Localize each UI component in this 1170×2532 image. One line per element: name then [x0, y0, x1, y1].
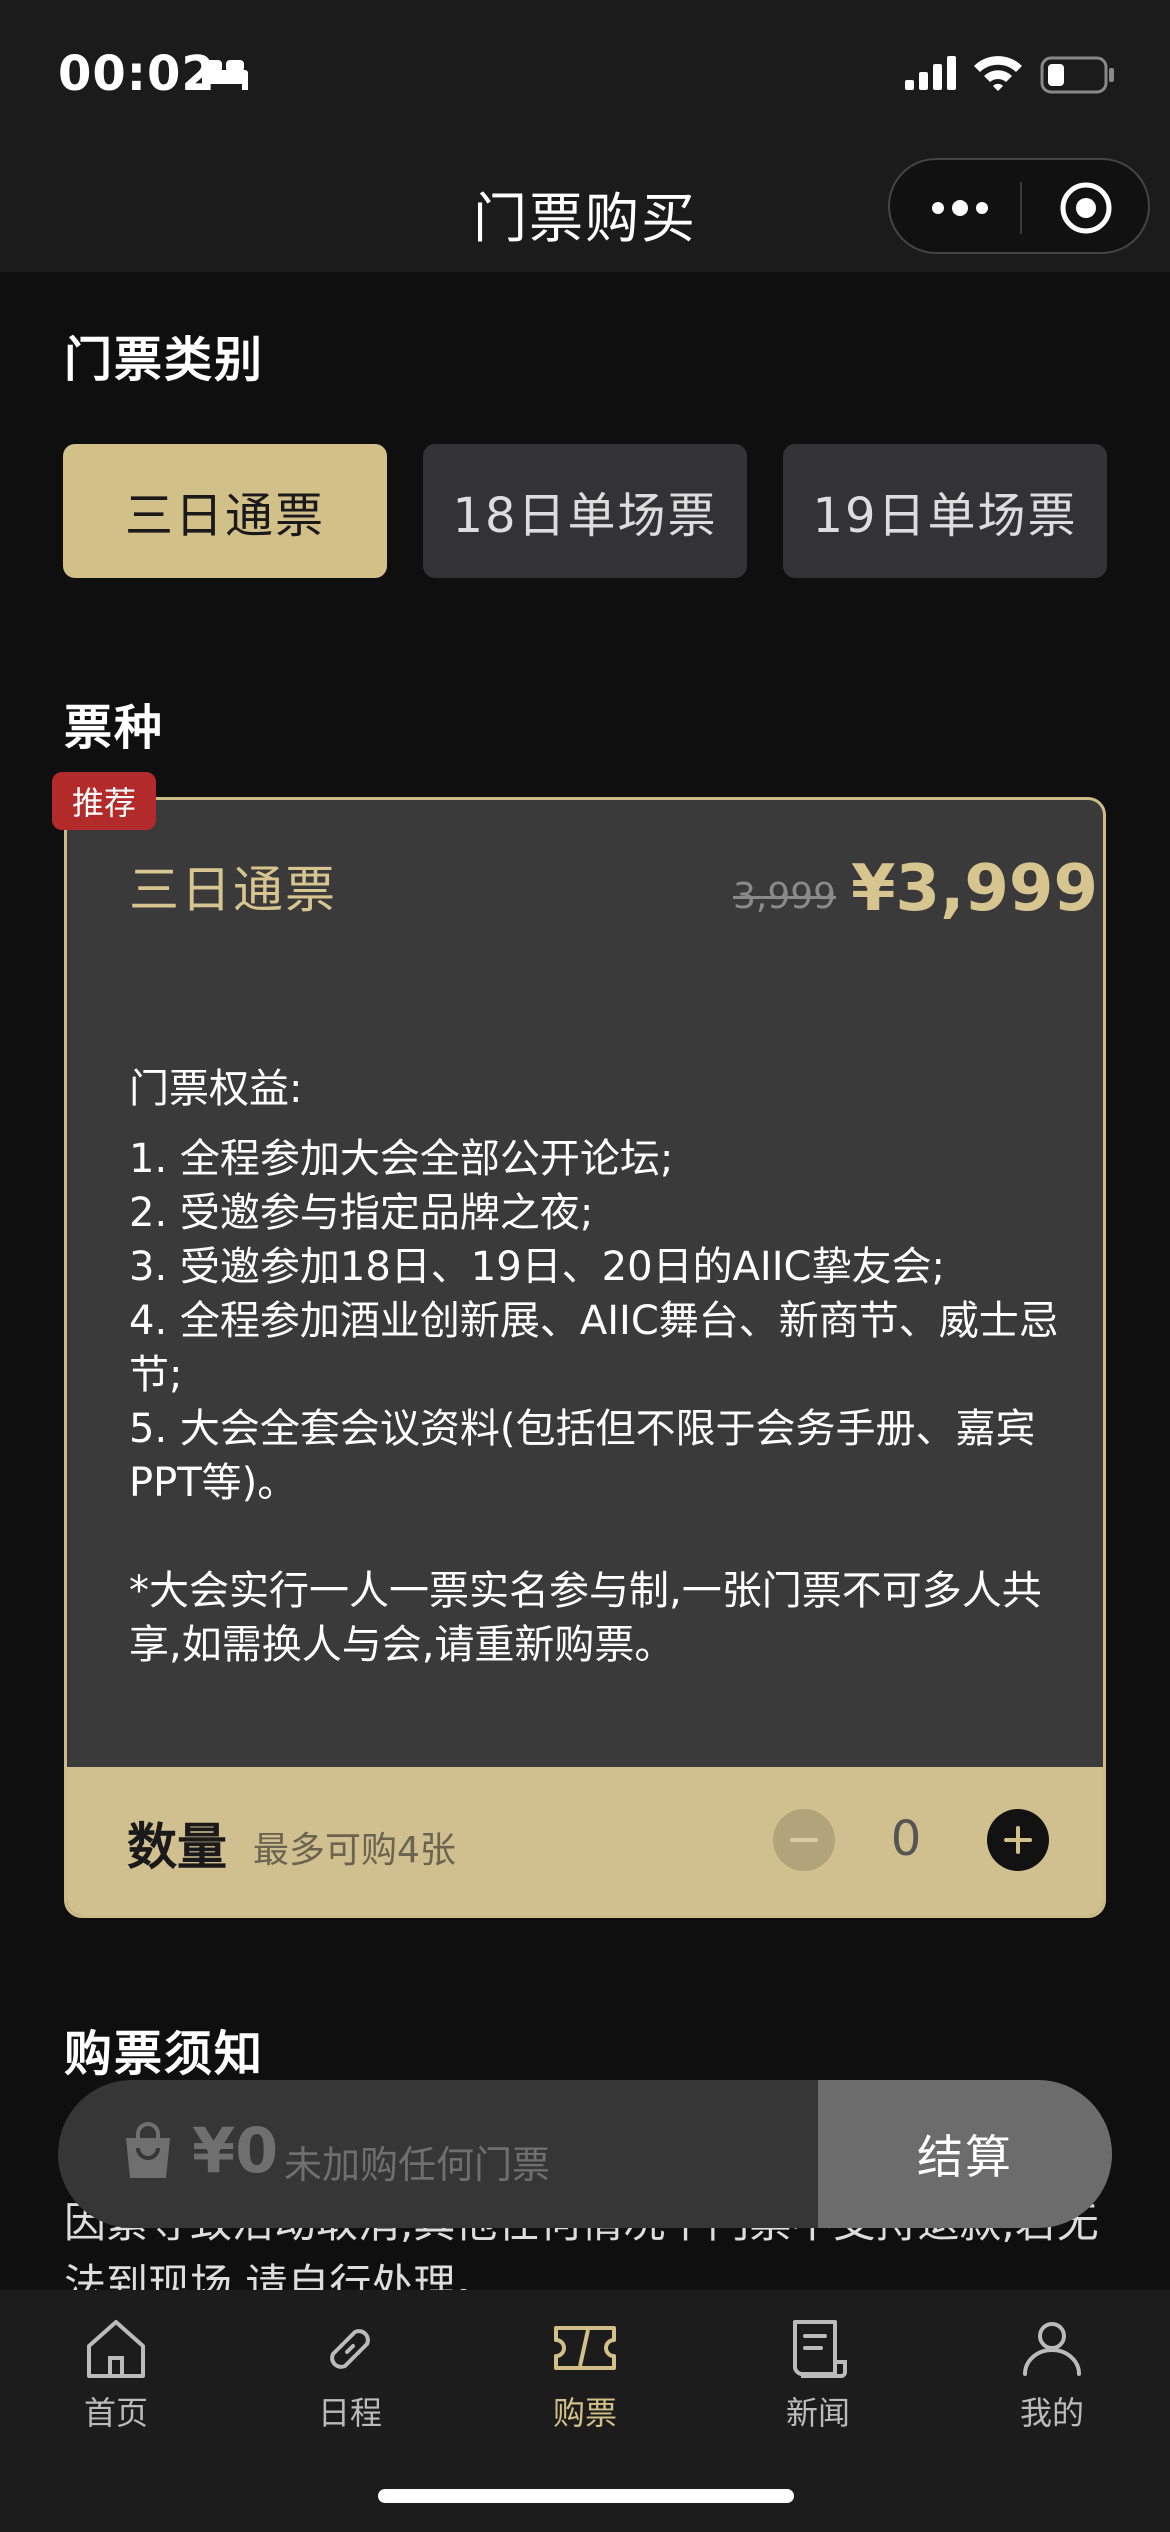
news-icon	[793, 2320, 847, 2378]
mini-program-capsule	[888, 158, 1150, 254]
realname-note: *大会实行一人一票实名参与制,一张门票不可多人共享,如需换人与会,请重新购票。	[129, 1568, 1042, 1668]
tab-label: 新闻	[785, 2394, 850, 2432]
user-icon	[1023, 2322, 1081, 2376]
tab-news[interactable]: 新闻	[738, 2316, 898, 2434]
benefits-title: 门票权益:	[129, 1066, 303, 1112]
home-indicator[interactable]	[378, 2489, 794, 2503]
tab-home[interactable]: 首页	[36, 2316, 196, 2434]
benefit-item: 1. 全程参加大会全部公开论坛;	[129, 1136, 674, 1182]
ticket-type-section-title: 票种	[64, 700, 165, 756]
wifi-icon	[974, 56, 1022, 91]
ticket-icon	[554, 2326, 616, 2370]
bed-icon	[202, 60, 248, 90]
tab-label: 我的	[1019, 2394, 1084, 2432]
category-button-three-day[interactable]: 三日通票	[63, 444, 387, 578]
notice-section-title: 购票须知	[64, 2026, 265, 2082]
capsule-divider	[1020, 182, 1022, 234]
minus-icon	[790, 1838, 818, 1842]
battery-icon	[1040, 56, 1114, 94]
ticket-name: 三日通票	[129, 861, 337, 919]
status-time: 00:02	[58, 46, 216, 102]
tab-label: 日程	[317, 2394, 382, 2432]
quantity-bar: 数量 最多可购4张 0	[67, 1767, 1103, 1915]
quantity-value: 0	[890, 1811, 922, 1867]
category-section-title: 门票类别	[64, 332, 265, 388]
tab-label: 首页	[83, 2394, 148, 2432]
benefit-item: 5. 大会全套会议资料(包括但不限于会务手册、嘉宾PPT等)。	[129, 1406, 1036, 1506]
category-button-19th[interactable]: 19日单场票	[783, 444, 1107, 578]
ticket-price: ¥3,999	[851, 852, 1098, 926]
tab-profile[interactable]: 我的	[972, 2316, 1132, 2434]
signal-icon	[905, 56, 956, 90]
nav-bar: 门票购买	[0, 150, 1170, 272]
quantity-label: 数量	[127, 1818, 227, 1876]
decrease-quantity-button[interactable]	[773, 1809, 835, 1871]
checkout-button[interactable]: 结算	[818, 2080, 1112, 2228]
increase-quantity-button[interactable]	[987, 1809, 1049, 1871]
more-icon[interactable]	[930, 190, 990, 226]
link-icon	[330, 2329, 370, 2369]
tab-schedule[interactable]: 日程	[270, 2316, 430, 2434]
category-button-18th[interactable]: 18日单场票	[423, 444, 747, 578]
cart-total: ¥0	[192, 2114, 279, 2187]
close-target-icon[interactable]	[1058, 180, 1114, 236]
quantity-limit: 最多可购4张	[253, 1830, 456, 1871]
cart-empty-text: 未加购任何门票	[284, 2143, 551, 2187]
checkout-bar: ¥0 未加购任何门票 结算	[58, 2080, 1112, 2228]
benefit-item: 3. 受邀参加18日、19日、20日的AIIC挚友会;	[129, 1244, 945, 1290]
home-icon	[87, 2320, 145, 2378]
original-price: 3,999	[733, 876, 837, 917]
plus-icon	[1004, 1826, 1032, 1854]
benefit-item: 4. 全程参加酒业创新展、AIIC舞台、新商节、威士忌节;	[129, 1298, 1059, 1398]
recommended-badge: 推荐	[52, 772, 156, 830]
tab-tickets[interactable]: 购票	[505, 2316, 665, 2434]
ticket-card[interactable]: 三日通票 3,999 ¥3,999 门票权益: 1. 全程参加大会全部公开论坛;…	[64, 797, 1106, 1918]
shopping-bag-icon	[126, 2122, 170, 2178]
benefits-list: 门票权益: 1. 全程参加大会全部公开论坛; 2. 受邀参与指定品牌之夜; 3.…	[129, 1062, 1059, 1672]
benefit-item: 2. 受邀参与指定品牌之夜;	[129, 1190, 594, 1236]
status-bar: 00:02	[0, 0, 1170, 150]
tab-label: 购票	[552, 2394, 617, 2432]
